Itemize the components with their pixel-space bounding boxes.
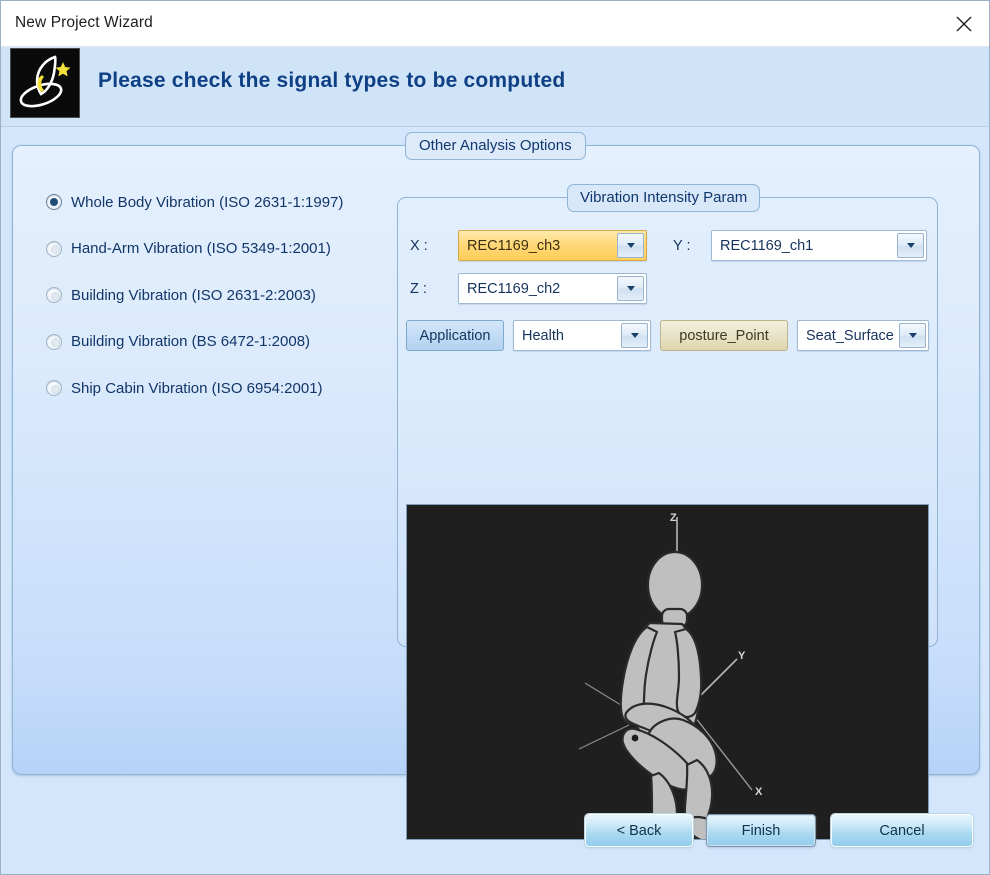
radio-ship-cabin-vibration[interactable]: Ship Cabin Vibration (ISO 6954:2001) bbox=[46, 374, 386, 402]
wizard-hat-icon bbox=[10, 48, 80, 118]
posture-point-combo[interactable]: Seat_Surface bbox=[797, 320, 929, 351]
radio-dot-icon bbox=[46, 333, 62, 350]
posture-preview-viewport[interactable]: Z Y X bbox=[406, 504, 929, 840]
other-analysis-options-legend: Other Analysis Options bbox=[405, 132, 586, 160]
posture-point-value: Seat_Surface bbox=[806, 327, 894, 344]
x-channel-combo[interactable]: REC1169_ch3 bbox=[458, 230, 647, 261]
radio-label: Hand-Arm Vibration (ISO 5349-1:2001) bbox=[71, 240, 331, 257]
seated-human-figure: Z Y X bbox=[407, 505, 928, 839]
chevron-down-icon[interactable] bbox=[617, 276, 644, 301]
chevron-down-icon[interactable] bbox=[897, 233, 924, 258]
z-axis-label: Z : bbox=[410, 281, 427, 297]
wizard-header: Please check the signal types to be comp… bbox=[1, 47, 989, 127]
window-title: New Project Wizard bbox=[15, 14, 153, 31]
new-project-wizard-window: New Project Wizard Please check the sign… bbox=[0, 0, 990, 875]
chevron-down-icon[interactable] bbox=[617, 233, 644, 258]
close-icon bbox=[954, 14, 974, 34]
x-channel-value: REC1169_ch3 bbox=[459, 231, 617, 260]
close-button[interactable] bbox=[937, 1, 989, 46]
x-axis-label: X : bbox=[410, 238, 428, 254]
finish-button[interactable]: Finish bbox=[706, 814, 816, 847]
axis-label-y: Y bbox=[738, 650, 746, 662]
radio-building-vibration-iso[interactable]: Building Vibration (ISO 2631-2:2003) bbox=[46, 281, 386, 309]
axis-label-x: X bbox=[755, 786, 763, 798]
radio-dot-icon bbox=[46, 240, 62, 257]
y-axis-label: Y : bbox=[673, 238, 691, 254]
other-analysis-options-panel: Other Analysis Options Whole Body Vibrat… bbox=[12, 132, 980, 840]
radio-hand-arm-vibration[interactable]: Hand-Arm Vibration (ISO 5349-1:2001) bbox=[46, 235, 386, 263]
radio-dot-icon bbox=[46, 287, 62, 303]
radio-whole-body-vibration[interactable]: Whole Body Vibration (ISO 2631-1:1997) bbox=[46, 188, 386, 216]
signal-type-radio-group: Whole Body Vibration (ISO 2631-1:1997) H… bbox=[46, 188, 386, 421]
radio-building-vibration-bs[interactable]: Building Vibration (BS 6472-1:2008) bbox=[46, 328, 386, 356]
title-bar: New Project Wizard bbox=[1, 1, 989, 47]
application-value: Health bbox=[522, 327, 564, 344]
page-title: Please check the signal types to be comp… bbox=[98, 69, 566, 92]
radio-label: Whole Body Vibration (ISO 2631-1:1997) bbox=[71, 193, 344, 211]
radio-label: Ship Cabin Vibration (ISO 6954:2001) bbox=[71, 379, 323, 397]
chevron-down-icon[interactable] bbox=[899, 323, 926, 348]
application-button[interactable]: Application bbox=[406, 320, 504, 351]
z-channel-combo[interactable]: REC1169_ch2 bbox=[458, 273, 647, 304]
radio-label: Building Vibration (ISO 2631-2:2003) bbox=[71, 286, 316, 304]
z-channel-value: REC1169_ch2 bbox=[467, 280, 561, 297]
y-channel-value: REC1169_ch1 bbox=[720, 237, 814, 254]
axis-label-z: Z bbox=[670, 512, 677, 524]
vibration-intensity-param-legend: Vibration Intensity Param bbox=[567, 184, 761, 212]
radio-label: Building Vibration (BS 6472-1:2008) bbox=[71, 333, 311, 350]
y-channel-combo[interactable]: REC1169_ch1 bbox=[711, 230, 927, 261]
cancel-button[interactable]: Cancel bbox=[830, 813, 974, 848]
vibration-intensity-param-group: Vibration Intensity Param X : REC1169_ch… bbox=[397, 184, 938, 840]
application-combo[interactable]: Health bbox=[513, 320, 651, 351]
back-button[interactable]: < Back bbox=[584, 813, 694, 848]
chevron-down-icon[interactable] bbox=[621, 323, 648, 348]
radio-dot-icon bbox=[46, 194, 62, 210]
radio-dot-icon bbox=[46, 380, 62, 396]
posture-point-button[interactable]: posture_Point bbox=[660, 320, 788, 351]
